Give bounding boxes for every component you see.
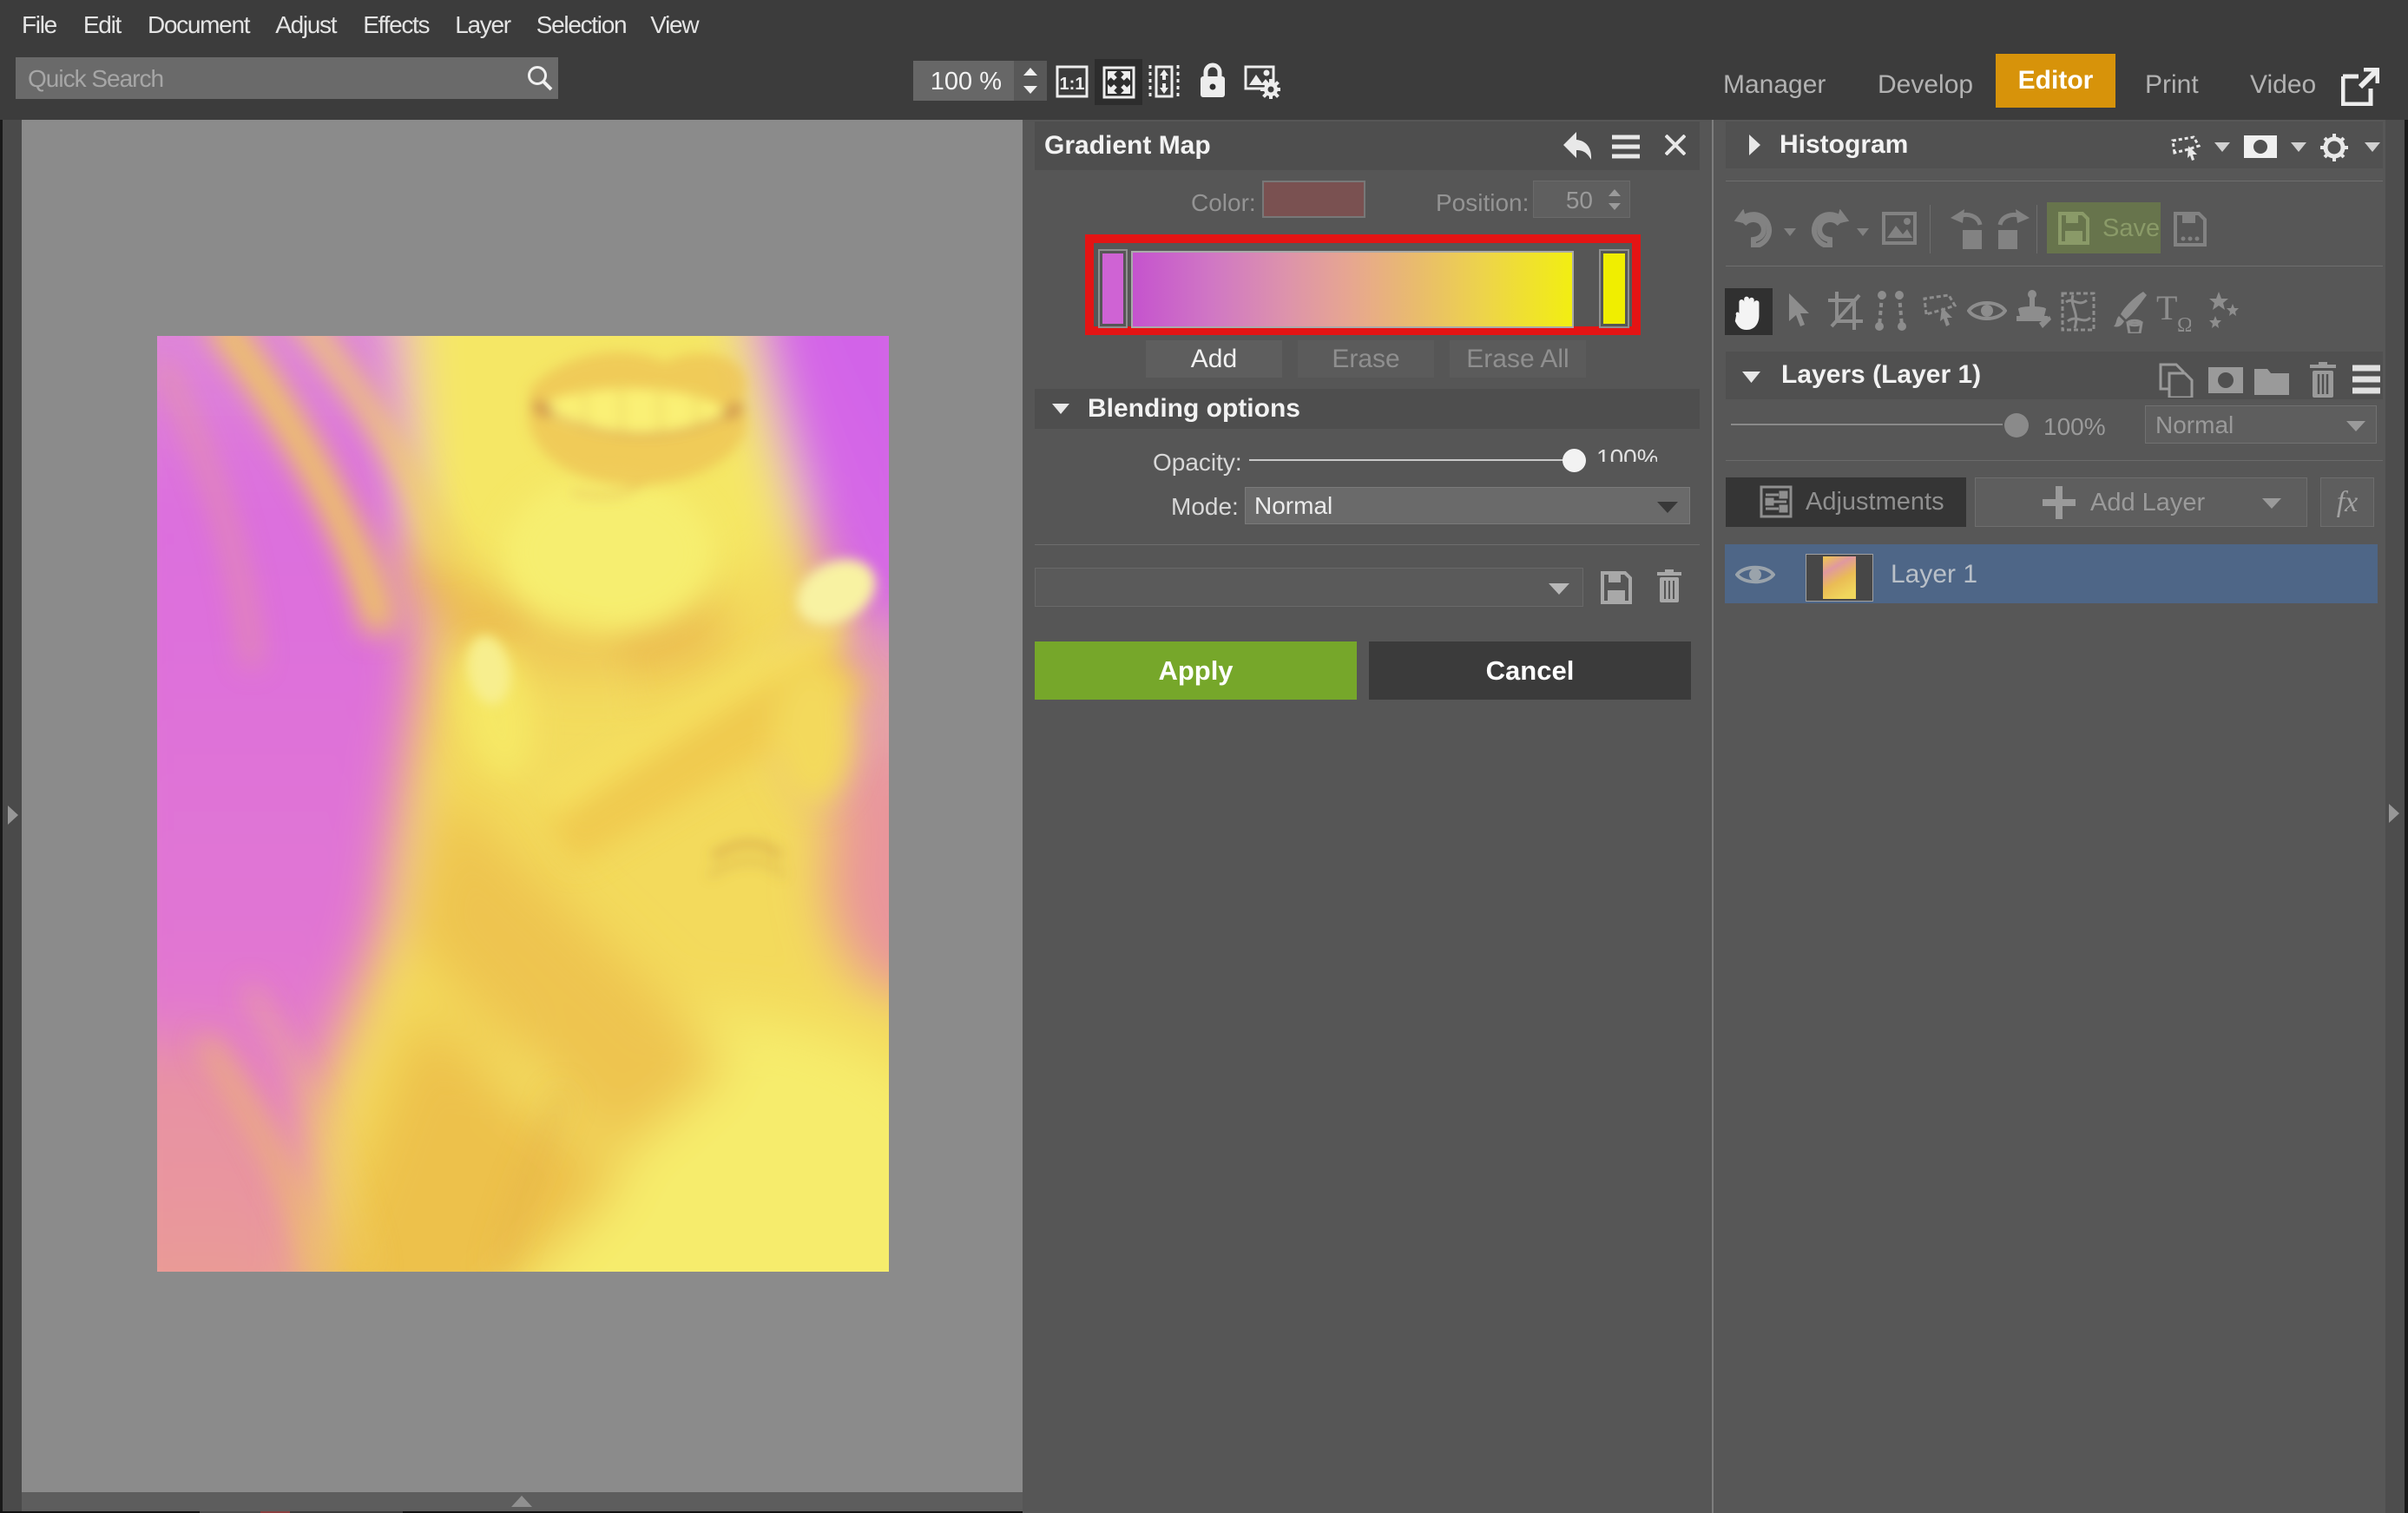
svg-text:Ω: Ω (2177, 314, 2191, 332)
svg-text:1:1: 1:1 (1060, 75, 1085, 94)
svg-text:T: T (2156, 292, 2177, 327)
